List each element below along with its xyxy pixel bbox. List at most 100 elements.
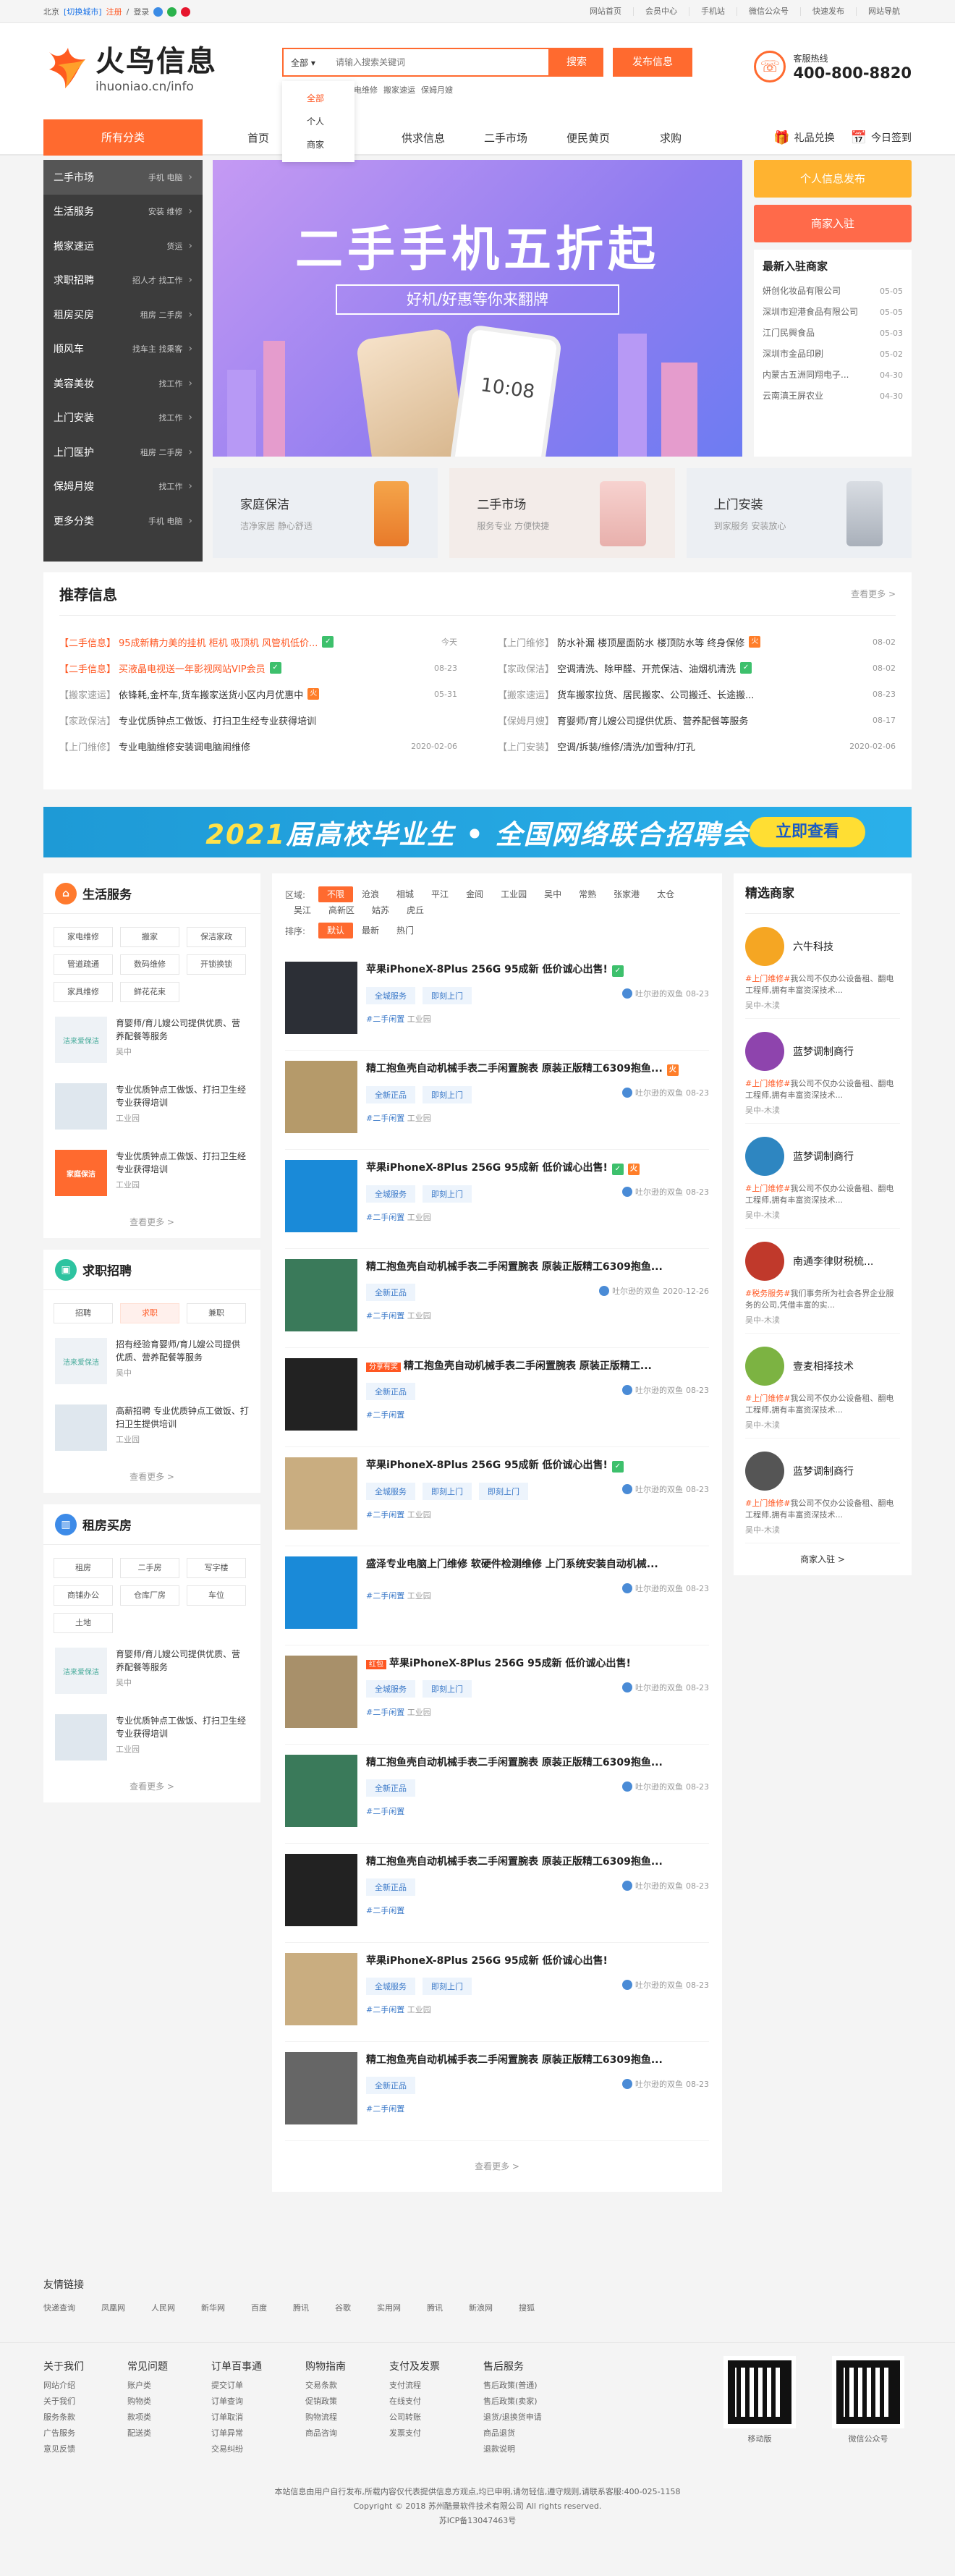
footer-link[interactable]: 售后政策(卖家) [483, 2394, 542, 2410]
listing-item[interactable]: 分享有奖 精工抱鱼壳自动机械手表二手闲置腕表 原装正版精工... 全新正品 吐尔逊的双… [285, 1348, 709, 1447]
footer-link[interactable]: 购物流程 [305, 2410, 346, 2425]
life-tag[interactable]: 家电维修 [54, 927, 113, 947]
list-item[interactable]: 专业优质钟点工做饭、打扫卫生经专业获得培训 工业园 [43, 1704, 260, 1771]
list-item[interactable]: 高薪招聘 专业优质钟点工做饭、打扫卫生提供培训 工业园 [43, 1394, 260, 1461]
footer-link[interactable]: 商品咨询 [305, 2425, 346, 2441]
listing-item[interactable]: 精工抱鱼壳自动机械手表二手闲置腕表 原装正版精工6309抱鱼... 全新正品 吐尔逊… [285, 2042, 709, 2141]
life-tag[interactable]: 数码维修 [120, 954, 179, 975]
list-item[interactable]: 洁来爱保洁 育婴师/育儿嫂公司提供优质、营养配餐等服务 吴中 [43, 1007, 260, 1073]
listing-category[interactable]: #二手闲置 [366, 1410, 404, 1420]
hotword[interactable]: 保姆月嫂 [421, 84, 453, 96]
listing-item[interactable]: 红包 苹果iPhoneX-8Plus 256G 95成新 低价诚心出售! 全城服务即… [285, 1645, 709, 1745]
nav-supply[interactable]: 供求信息 [382, 130, 464, 145]
jobs-tag[interactable]: 求职 [120, 1303, 179, 1323]
listing-title[interactable]: 苹果iPhoneX-8Plus 256G 95成新 低价诚心出售! [366, 1953, 692, 1967]
listing-title-text[interactable]: 精工抱鱼壳自动机械手表二手闲置腕表 原装正版精工6309抱鱼... [366, 1757, 663, 1768]
new-shop-row[interactable]: 内蒙古五洲同翔电子... 04-30 [763, 365, 903, 386]
jobs-tag[interactable]: 招聘 [54, 1303, 113, 1323]
personal-publish-button[interactable]: 个人信息发布 [754, 160, 912, 198]
dropdown-option-personal[interactable]: 个人 [282, 110, 355, 133]
footer-link[interactable]: 促销政策 [305, 2394, 346, 2410]
sidebar-item[interactable]: 生活服务 安装 维修 › [43, 195, 203, 229]
life-tag[interactable]: 开锁换锁 [187, 954, 246, 975]
footer-link[interactable]: 意见反馈 [43, 2441, 84, 2457]
area-option[interactable]: 平江 [423, 886, 457, 902]
listing-item[interactable]: 苹果iPhoneX-8Plus 256G 95成新 低价诚心出售! ✓ 全城服务 即刻… [285, 1447, 709, 1546]
member-center-link[interactable]: 会员中心 [633, 7, 689, 16]
sidebar-item[interactable]: 上门医护 租房 二手房 › [43, 435, 203, 470]
shop-card[interactable]: 蓝梦调制商行 #上门维修#我公司不仅办公设备租、翻电工程师,拥有丰富资深技术...… [745, 1124, 900, 1229]
sub-banner-secondhand[interactable]: 二手市场 服务专业 方便快捷 [449, 468, 675, 558]
life-tag[interactable]: 鲜花花束 [120, 982, 179, 1002]
switch-city-link[interactable]: [切换城市] [64, 6, 102, 17]
listing-title-text[interactable]: 苹果iPhoneX-8Plus 256G 95成新 低价诚心出售! [366, 1162, 608, 1174]
recommend-text[interactable]: 空调/拆装/维修/清洗/加雪种/打孔 [557, 740, 695, 753]
listing-title[interactable]: 分享有奖 精工抱鱼壳自动机械手表二手闲置腕表 原装正版精工... [366, 1358, 692, 1373]
recommend-more-link[interactable]: 查看更多 > [851, 588, 896, 600]
recommend-row[interactable]: 【二手信息】 买液晶电视送一年影视网站VIP会员 ✓ 08-23 [59, 655, 457, 681]
footer-link[interactable]: 网站介绍 [43, 2378, 84, 2394]
footer-link[interactable]: 订单异常 [211, 2425, 262, 2441]
shop-name[interactable]: 壹麦相择技术 [793, 1359, 854, 1373]
sidebar-item[interactable]: 求职招聘 招人才 找工作 › [43, 263, 203, 298]
recommend-text[interactable]: 买液晶电视送一年影视网站VIP会员 [119, 661, 266, 675]
listing-category[interactable]: #二手闲置 [366, 1510, 404, 1520]
merchant-join-button[interactable]: 商家入驻 [754, 205, 912, 242]
house-tag[interactable]: 车位 [187, 1585, 246, 1606]
area-option[interactable]: 常熟 [570, 886, 605, 902]
listing-title-text[interactable]: 苹果iPhoneX-8Plus 256G 95成新 低价诚心出售! [389, 1658, 631, 1669]
friend-link[interactable]: 搜狐 [519, 2302, 535, 2313]
area-option[interactable]: 相城 [388, 886, 423, 902]
footer-link[interactable]: 支付流程 [389, 2378, 440, 2394]
wechat-icon[interactable] [167, 7, 177, 17]
search-category-select[interactable]: 全部 ▾ [284, 56, 336, 69]
life-tag[interactable]: 搬家 [120, 927, 179, 947]
sidebar-item[interactable]: 美容美妆 找工作 › [43, 366, 203, 401]
recommend-row[interactable]: 【家政保洁】 专业优质钟点工做饭、打扫卫生经专业获得培训 [59, 707, 457, 733]
listing-category[interactable]: #二手闲置 [366, 1114, 404, 1123]
recommend-row[interactable]: 【搬家速运】 货车搬家拉货、居民搬家、公司搬迁、长途搬... 08-23 [498, 681, 896, 707]
sort-option[interactable]: 默认 [318, 923, 354, 939]
footer-link[interactable]: 配送类 [127, 2425, 168, 2441]
area-option[interactable]: 高新区 [320, 902, 363, 918]
listing-title[interactable]: 苹果iPhoneX-8Plus 256G 95成新 低价诚心出售! ✓ [366, 1457, 692, 1473]
listing-title-text[interactable]: 精工抱鱼壳自动机械手表二手闲置腕表 原装正版精工... [404, 1360, 652, 1372]
area-option[interactable]: 不限 [318, 886, 354, 902]
sidebar-item[interactable]: 二手市场 手机 电脑 › [43, 160, 203, 195]
dropdown-option-all[interactable]: 全部 [282, 87, 355, 110]
new-shop-row[interactable]: 江门民興食品 05-03 [763, 323, 903, 344]
house-more-link[interactable]: 查看更多 > [43, 1771, 260, 1802]
footer-link[interactable]: 发票支付 [389, 2425, 440, 2441]
shop-card[interactable]: 蓝梦调制商行 #上门维修#我公司不仅办公设备租、翻电工程师,拥有丰富资深技术...… [745, 1439, 900, 1543]
footer-link[interactable]: 售后政策(普通) [483, 2378, 542, 2394]
recommend-row[interactable]: 【上门安装】 空调/拆装/维修/清洗/加雪种/打孔 2020-02-06 [498, 733, 896, 759]
listing-item[interactable]: 苹果iPhoneX-8Plus 256G 95成新 低价诚心出售! 全城服务 即刻上… [285, 1943, 709, 2042]
weibo-icon[interactable] [181, 7, 191, 17]
dropdown-option-merchant[interactable]: 商家 [282, 133, 355, 156]
list-item[interactable]: 家庭保洁 专业优质钟点工做饭、打扫卫生经专业获得培训 工业园 [43, 1140, 260, 1206]
shop-card[interactable]: 六牛科技 #上门维修#我公司不仅办公设备租、翻电工程师,拥有丰富资深技术... 吴中… [745, 914, 900, 1019]
listing-title-text[interactable]: 精工抱鱼壳自动机械手表二手闲置腕表 原装正版精工6309抱鱼... [366, 1261, 663, 1273]
listing-title-text[interactable]: 精工抱鱼壳自动机械手表二手闲置腕表 原装正版精工6309抱鱼... [366, 1856, 663, 1868]
house-tag[interactable]: 租房 [54, 1558, 113, 1578]
footer-link[interactable]: 退款说明 [483, 2441, 542, 2457]
footer-link[interactable]: 交易纠纷 [211, 2441, 262, 2457]
shop-name[interactable]: 六牛科技 [793, 939, 833, 954]
house-tag[interactable]: 土地 [54, 1613, 113, 1633]
sub-banner-install[interactable]: 上门安装 到家服务 安装放心 [686, 468, 912, 558]
listing-title[interactable]: 精工抱鱼壳自动机械手表二手闲置腕表 原装正版精工6309抱鱼... [366, 1755, 692, 1769]
area-option[interactable]: 太仓 [648, 886, 683, 902]
login-link[interactable]: 登录 [133, 6, 149, 17]
friend-link[interactable]: 人民网 [151, 2302, 175, 2313]
search-button[interactable]: 搜索 [550, 48, 603, 77]
new-shop-row[interactable]: 云南滇王屏农业 04-30 [763, 386, 903, 407]
area-option[interactable]: 张家港 [605, 886, 648, 902]
listing-title[interactable]: 红包 苹果iPhoneX-8Plus 256G 95成新 低价诚心出售! [366, 1656, 692, 1670]
recommend-row[interactable]: 【上门维修】 专业电脑维修安装调电脑闹维修 2020-02-06 [59, 733, 457, 759]
sidebar-item[interactable]: 保姆月嫂 找工作 › [43, 470, 203, 504]
house-tag[interactable]: 商铺办公 [54, 1585, 113, 1606]
footer-link[interactable]: 订单取消 [211, 2410, 262, 2425]
listing-category[interactable]: #二手闲置 [366, 1014, 404, 1024]
listing-category[interactable]: #二手闲置 [366, 1311, 404, 1321]
footer-link[interactable]: 服务条款 [43, 2410, 84, 2425]
